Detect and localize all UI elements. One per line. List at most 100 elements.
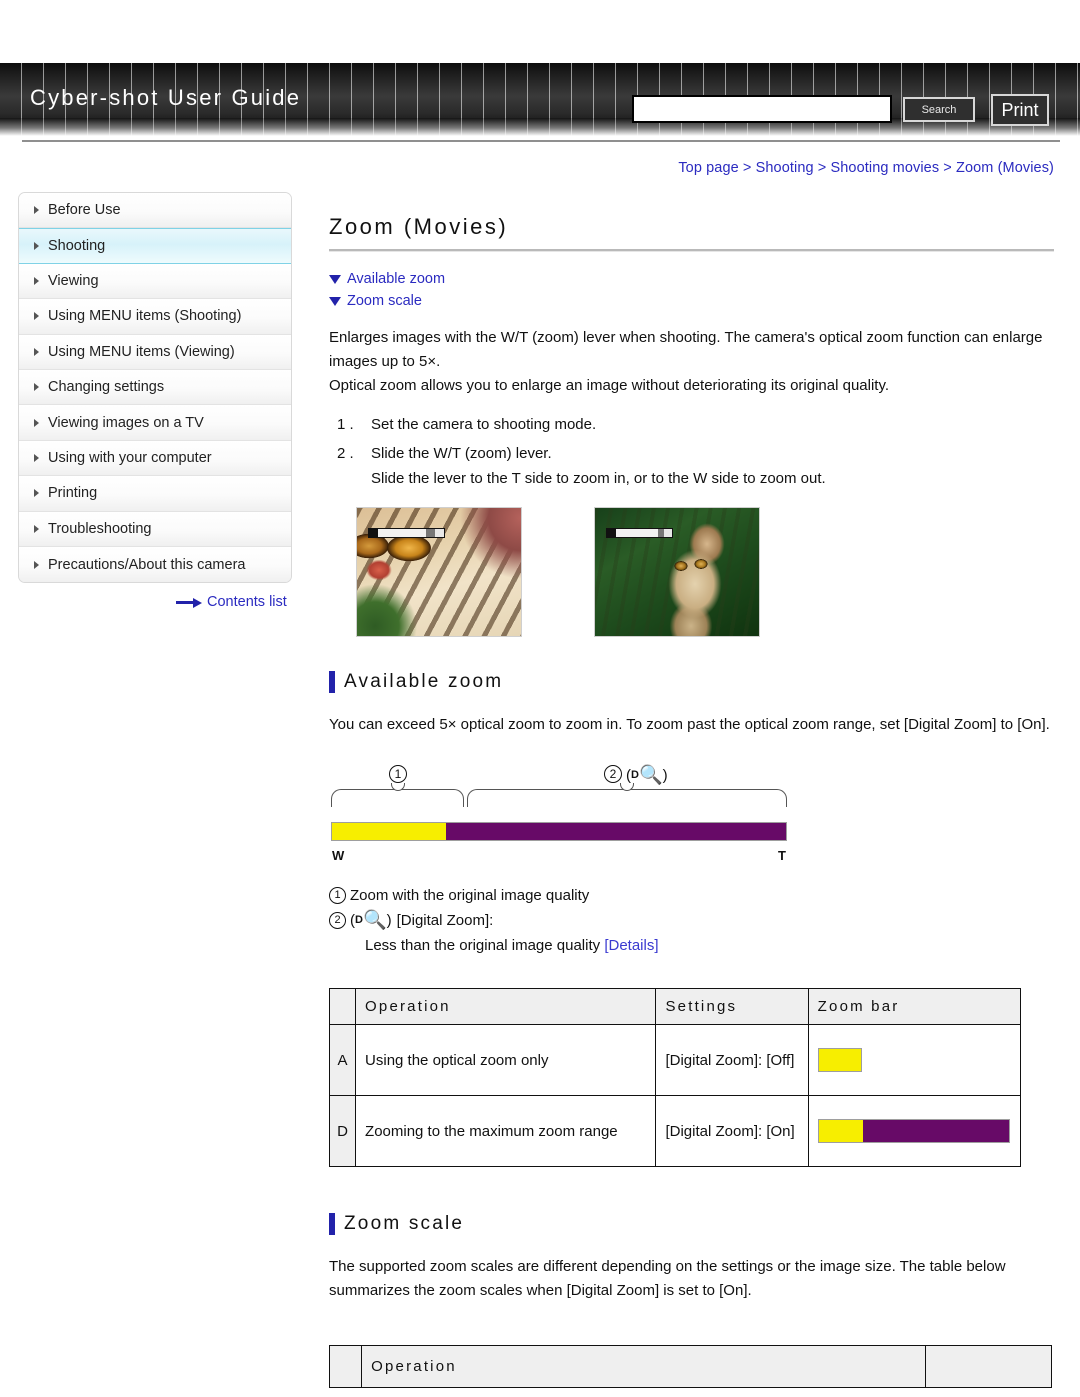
row-zoom-bar — [807, 1024, 1022, 1096]
legend-text-2: [Digital Zoom]: — [396, 912, 494, 929]
photo-zoomed-in-cat — [356, 507, 522, 637]
header-divider — [22, 140, 1060, 142]
table-row: D Zooming to the maximum zoom range [Dig… — [328, 1095, 1022, 1167]
chevron-right-icon — [34, 383, 39, 392]
col-operation: Operation — [361, 1345, 927, 1388]
sidebar-item-label: Using with your computer — [48, 449, 212, 466]
digital-zoom-icon-d: D — [355, 914, 363, 926]
sidebar-item-label: Shooting — [48, 238, 106, 255]
contents-list-label: Contents list — [207, 594, 287, 610]
chevron-right-icon — [34, 347, 39, 356]
sidebar-item-using-menu-items-shooting[interactable]: Using MENU items (Shooting) — [19, 299, 291, 335]
page-title: Zoom (Movies) — [329, 214, 509, 239]
diagram-marker-1: 1 — [389, 765, 407, 783]
details-link[interactable]: [Details] — [604, 937, 658, 954]
sidebar-item-using-menu-items-viewing[interactable]: Using MENU items (Viewing) — [19, 334, 291, 370]
zoom-bar-overlay-rest — [426, 529, 435, 537]
chevron-right-icon — [34, 418, 39, 427]
sidebar-item-shooting[interactable]: Shooting — [19, 228, 291, 264]
anchor-label: Available zoom — [347, 271, 446, 287]
zoom-scale-table: Operation — [328, 1345, 1052, 1388]
chevron-right-icon — [34, 489, 39, 498]
zoom-bar-digital-segment — [862, 1120, 1009, 1142]
step-item-1: 1 . Set the camera to shooting mode. — [329, 412, 1054, 437]
zoom-bar-t-label: T — [778, 848, 786, 863]
breadcrumb[interactable]: Top page > Shooting > Shooting movies > … — [329, 160, 1054, 176]
zoom-bar-optical-segment — [332, 823, 446, 840]
digital-zoom-icon: (D 🔍) — [350, 910, 392, 931]
search-input[interactable] — [632, 95, 892, 123]
chevron-right-icon — [34, 453, 39, 462]
zoom-bar-w-label: W — [332, 848, 345, 863]
step-number: 1 . — [337, 416, 354, 433]
legend-subtext-row: Less than the original image quality [De… — [329, 933, 1054, 958]
legend-marker-2: 2 — [329, 912, 346, 929]
row-settings: [Digital Zoom]: [Off] — [655, 1024, 809, 1096]
print-button[interactable]: Print — [991, 94, 1049, 126]
diagram-brace-digital — [467, 783, 787, 807]
available-zoom-paragraph: You can exceed 5× optical zoom to zoom i… — [329, 716, 1050, 733]
zoom-bar-overlay-tip — [435, 529, 444, 537]
chevron-right-icon — [34, 560, 39, 569]
legend-text-1: Zoom with the original image quality — [350, 887, 590, 904]
photo-zoomed-out-cat — [594, 507, 760, 637]
magnifier-icon: 🔍 — [638, 765, 663, 786]
zoom-bar-graphic — [817, 1048, 862, 1072]
section-heading-available-zoom: Available zoom — [329, 671, 1054, 693]
legend-row-2: 2 (D 🔍) [Digital Zoom]: — [329, 908, 1054, 933]
sidebar-item-changing-settings[interactable]: Changing settings — [19, 369, 291, 406]
zoom-bar-optical-segment — [818, 1049, 861, 1071]
col-operation: Operation — [355, 988, 657, 1025]
sidebar-item-printing[interactable]: Printing — [19, 476, 291, 512]
table-row: A Using the optical zoom only [Digital Z… — [328, 1024, 1022, 1096]
contents-list-link[interactable]: Contents list — [176, 594, 287, 610]
col-zoom-bar: Zoom bar — [807, 988, 1022, 1025]
sidebar-item-before-use[interactable]: Before Use — [19, 193, 291, 229]
chevron-right-icon — [34, 242, 39, 251]
legend-subtext: Less than the original image quality — [365, 937, 605, 954]
zoom-bar-overlay-cap — [369, 529, 378, 537]
sidebar-item-precautions-about-this-camera[interactable]: Precautions/About this camera — [19, 546, 291, 583]
chevron-right-icon — [34, 206, 39, 215]
table-header-row: Operation Settings Zoom bar — [328, 988, 1022, 1025]
heading-accent-bar — [329, 671, 335, 693]
magnifier-icon: 🔍 — [362, 910, 387, 931]
row-operation: Using the optical zoom only — [355, 1024, 657, 1096]
steps-list: 1 . Set the camera to shooting mode. 2 .… — [329, 412, 1054, 491]
sidebar-item-label: Using MENU items (Viewing) — [48, 343, 235, 360]
zoom-bar-overlay-tip — [664, 529, 672, 537]
chevron-right-icon — [34, 312, 39, 321]
sidebar-item-label: Printing — [48, 485, 98, 502]
triangle-down-icon — [329, 274, 341, 284]
row-index: D — [328, 1095, 357, 1167]
sidebar-item-viewing[interactable]: Viewing — [19, 263, 291, 300]
section-heading-zoom-scale: Zoom scale — [329, 1213, 1054, 1235]
sidebar-item-troubleshooting[interactable]: Troubleshooting — [19, 511, 291, 547]
page-root: Cyber-shot User Guide Search Print Befor… — [0, 0, 1080, 1397]
step-subtext: Slide the lever to the T side to zoom in… — [371, 470, 826, 487]
col-index — [328, 1345, 363, 1388]
zoom-bar-optical-segment — [818, 1120, 863, 1142]
sidebar-item-label: Viewing — [48, 272, 99, 289]
anchor-link-zoom-scale[interactable]: Zoom scale — [329, 290, 1054, 312]
triangle-down-icon — [329, 296, 341, 306]
section-heading-label: Available zoom — [344, 671, 504, 692]
sidebar-item-label: Troubleshooting — [48, 520, 152, 537]
zoom-bar-overlay — [368, 528, 445, 538]
step-text: Set the camera to shooting mode. — [371, 416, 597, 433]
diagram-marker-2: 2 — [604, 765, 622, 783]
zoom-bar-digital-segment — [445, 823, 786, 840]
search-button[interactable]: Search — [903, 97, 975, 122]
anchor-link-available-zoom[interactable]: Available zoom — [329, 268, 1054, 290]
zoom-range-bar — [331, 822, 787, 841]
zoom-scale-paragraph: The supported zoom scales are different … — [329, 1258, 1006, 1299]
sidebar-item-viewing-images-on-a-tv[interactable]: Viewing images on a TV — [19, 405, 291, 441]
diagram-legend: 1 Zoom with the original image quality 2… — [329, 883, 1054, 958]
legend-row-1: 1 Zoom with the original image quality — [329, 883, 1054, 908]
chevron-right-icon — [34, 524, 39, 533]
diagram-brace-optical — [331, 783, 464, 807]
sidebar-item-using-with-your-computer[interactable]: Using with your computer — [19, 440, 291, 477]
sidebar-item-label: Before Use — [48, 202, 121, 219]
col-settings: Settings — [655, 988, 809, 1025]
legend-marker-1: 1 — [329, 887, 346, 904]
